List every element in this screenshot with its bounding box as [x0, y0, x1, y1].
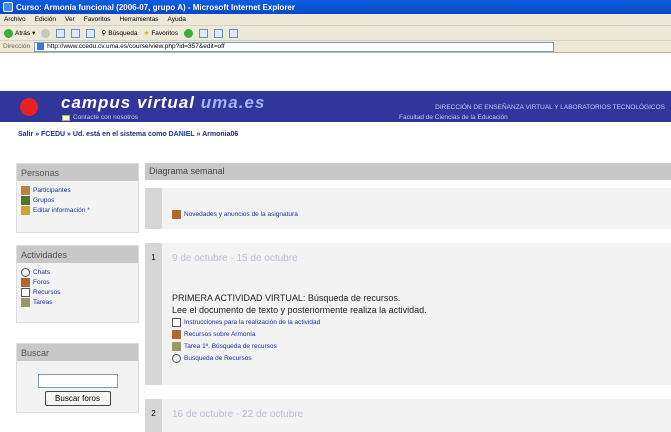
personas-block: Personas Participantes Grupos Editar inf… [16, 163, 139, 233]
week-1-number: 1 [145, 243, 162, 385]
stop-icon[interactable] [56, 28, 66, 38]
direction-text: DIRECCIÓN DE ENSEÑANZA VIRTUAL Y LABORAT… [435, 104, 665, 111]
week-1-section: 1 9 de octubre - 15 de octubre PRIMERA A… [145, 243, 671, 385]
section-intro-number [145, 188, 162, 229]
menu-archivo[interactable]: Archivo [4, 16, 26, 23]
weekly-diagram-title: Diagrama semanal [149, 166, 225, 176]
actividades-block: Actividades Chats Foros Recursos Tareas [16, 245, 139, 323]
week-1-dates: 9 de octubre - 15 de octubre [172, 253, 298, 264]
week-1-content: 9 de octubre - 15 de octubre PRIMERA ACT… [164, 243, 671, 385]
week-1-description: Lee el documento de texto y posteriormen… [172, 305, 427, 315]
menu-bar: Archivo Edición Ver Favoritos Herramient… [0, 14, 671, 25]
forum-icon [172, 209, 181, 219]
search-button[interactable]: ⚲ Búsqueda [101, 29, 137, 38]
weekly-diagram-header: Diagrama semanal [145, 163, 671, 180]
menu-ayuda[interactable]: Ayuda [168, 16, 186, 23]
groups-link[interactable]: Grupos [17, 195, 138, 205]
resources-link[interactable]: Recursos [17, 287, 138, 297]
home-icon[interactable] [86, 28, 96, 38]
week-2-content: 16 de octubre - 22 de octubre [164, 399, 671, 432]
forum-icon [21, 277, 30, 287]
people-icon [21, 185, 30, 195]
star-icon: ★ [143, 30, 150, 37]
page-icon [37, 43, 45, 50]
search-input[interactable] [37, 374, 118, 388]
envelope-icon [62, 114, 70, 121]
back-button[interactable]: Atrás ▾ [4, 28, 35, 38]
group-icon [21, 195, 30, 205]
armonia-resources-link[interactable]: Recursos sobre Armonía [164, 328, 671, 340]
search-icon: ⚲ [101, 30, 107, 37]
search-title: Buscar [17, 344, 138, 361]
edit-icon[interactable] [229, 28, 239, 38]
back-arrow-icon [4, 28, 13, 38]
forum-icon [172, 329, 181, 339]
menu-favoritos[interactable]: Favoritos [84, 16, 111, 23]
search-block: Buscar Buscar foros [16, 343, 139, 413]
profile-icon [21, 205, 30, 215]
assignments-link[interactable]: Tareas [17, 297, 138, 307]
section-intro: Novedades y anuncios de la asignatura [145, 188, 671, 229]
address-bar: Dirección http://www.ccedu.cv.uma.es/cou… [0, 40, 671, 53]
exit-link[interactable]: Salir [18, 131, 33, 138]
course-link[interactable]: FCEDU [41, 131, 65, 138]
actividades-title: Actividades [17, 246, 138, 263]
contact-link[interactable]: Contacte con nosotros [62, 114, 138, 121]
document-icon [172, 317, 181, 327]
window-title: Curso: Armonía funcional (2006-07, grupo… [16, 2, 295, 12]
toolbar: Atrás ▾ ⚲ Búsqueda ★ Favoritos [0, 25, 671, 40]
history-icon[interactable] [184, 28, 194, 38]
week-2-dates: 16 de octubre - 22 de octubre [172, 409, 304, 420]
breadcrumb: Salir » FCEDU » Ud. está en el sistema c… [18, 131, 239, 138]
forward-icon[interactable] [41, 28, 51, 38]
section-intro-content: Novedades y anuncios de la asignatura [164, 188, 671, 229]
mail-icon[interactable] [199, 28, 209, 38]
favorites-button[interactable]: ★ Favoritos [143, 29, 178, 38]
faculty-link[interactable]: Facultad de Ciencias de la Educación [399, 114, 508, 121]
campus-logo: campus virtual uma.es [61, 93, 266, 112]
assignment-icon [172, 341, 181, 351]
week-2-number: 2 [145, 399, 162, 432]
ie-app-icon [3, 2, 13, 12]
personas-title: Personas [17, 164, 138, 181]
red-dot-logo [20, 98, 38, 116]
chat-icon [172, 353, 181, 363]
menu-herramientas[interactable]: Herramientas [120, 16, 159, 23]
search-resources-chat-link[interactable]: Busqueda de Recursos [164, 352, 671, 364]
instructions-link[interactable]: Instrucciones para la realización de la … [164, 316, 671, 328]
participants-link[interactable]: Participantes [17, 185, 138, 195]
address-label: Dirección [3, 43, 31, 50]
user-link[interactable]: DANIEL [169, 131, 195, 138]
url-text: http://www.ccedu.cv.uma.es/course/view.p… [47, 43, 225, 50]
forums-link[interactable]: Foros [17, 277, 138, 287]
refresh-icon[interactable] [71, 28, 81, 38]
chat-icon [21, 267, 30, 277]
chats-link[interactable]: Chats [17, 267, 138, 277]
page-content: campus virtual uma.es DIRECCIÓN DE ENSEÑ… [0, 53, 671, 432]
news-forum-link[interactable]: Novedades y anuncios de la asignatura [164, 208, 671, 220]
menu-edicion[interactable]: Edición [35, 16, 56, 23]
assignment-icon [21, 297, 30, 307]
week-2-section: 2 16 de octubre - 22 de octubre [145, 399, 671, 432]
search-forums-button[interactable]: Buscar foros [44, 391, 111, 406]
menu-ver[interactable]: Ver [65, 16, 75, 23]
print-icon[interactable] [214, 28, 224, 38]
campus-banner: campus virtual uma.es DIRECCIÓN DE ENSEÑ… [0, 91, 671, 122]
resource-icon [21, 287, 30, 297]
edit-info-link[interactable]: Editar información * [17, 205, 138, 215]
week-1-heading: PRIMERA ACTIVIDAD VIRTUAL: Búsqueda de r… [172, 293, 401, 303]
window-title-bar: Curso: Armonía funcional (2006-07, grupo… [0, 0, 671, 14]
url-input[interactable]: http://www.ccedu.cv.uma.es/course/view.p… [34, 41, 555, 52]
task-1-link[interactable]: Tarea 1ª. Búsqueda de recursos [164, 340, 671, 352]
